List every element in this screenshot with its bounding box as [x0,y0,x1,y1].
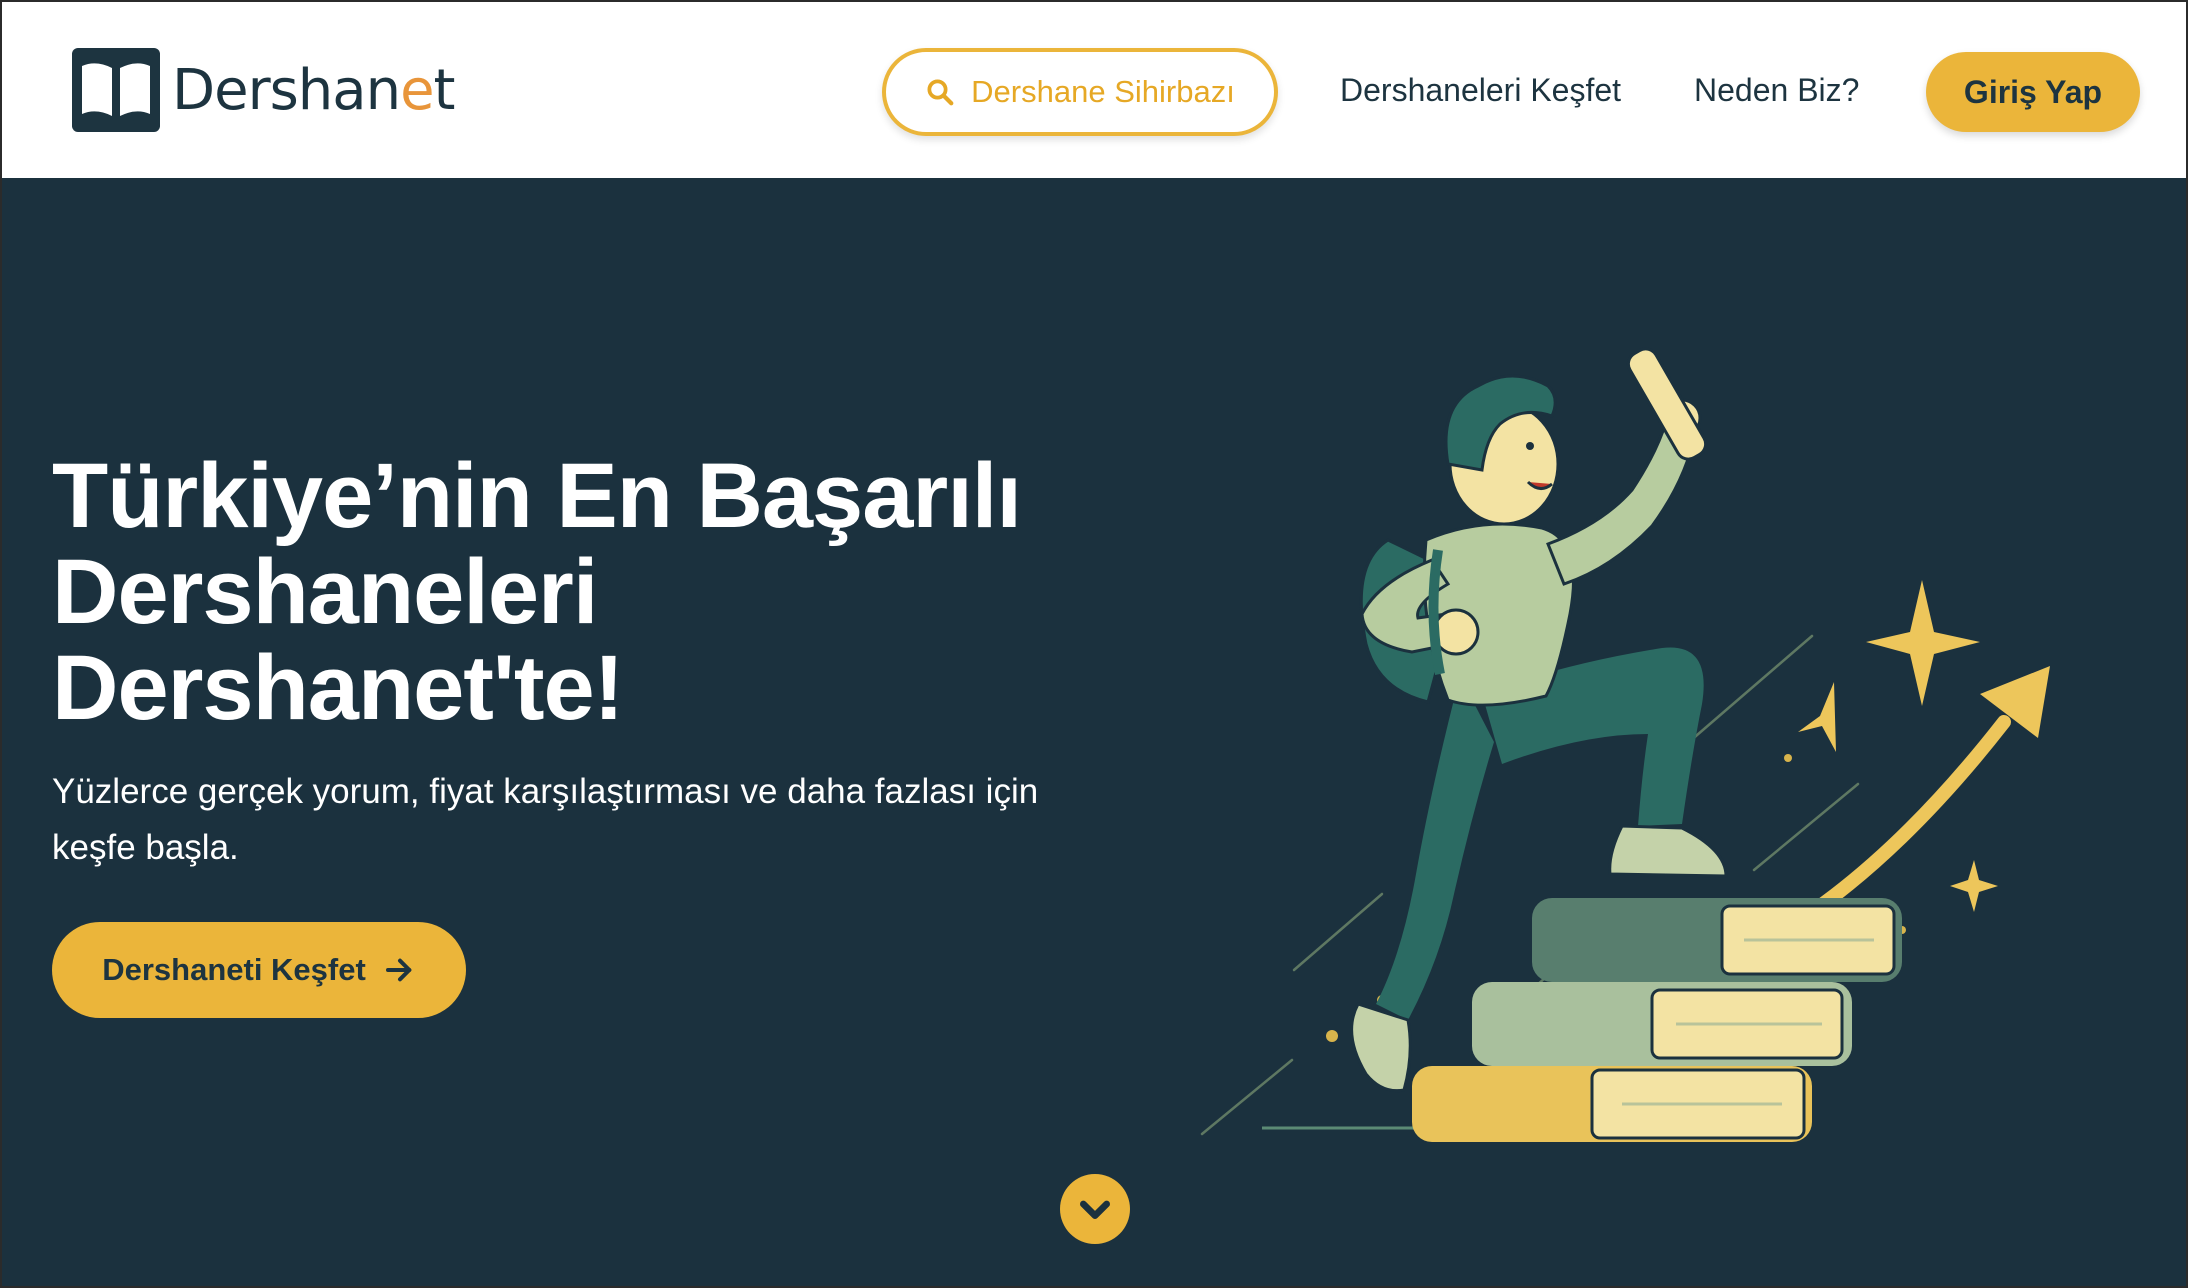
login-button[interactable]: Giriş Yap [1926,52,2140,132]
site-logo[interactable]: Dershanet [72,48,455,132]
nav-explore-classrooms[interactable]: Dershaneleri Keşfet [1340,72,1621,109]
hero-title-line-2: Dershaneleri [52,541,598,643]
open-book-logo-icon [72,48,160,132]
page-frame: Dershanet Dershane Sihirbazı Dershaneler… [0,0,2188,1288]
explore-classrooms-cta-button[interactable]: Dershaneti Keşfet [52,922,466,1018]
hero-title-line-1: Türkiye’nin En Başarılı [52,445,1022,547]
chevron-down-icon [1080,1200,1110,1219]
arrow-right-icon [385,958,412,982]
cta-label: Dershaneti Keşfet [102,952,366,987]
student-climbing-books-illustration [1200,347,2050,1142]
hero-subtitle: Yüzlerce gerçek yorum, fiyat karşılaştır… [52,772,1039,867]
hero-title-line-3: Dershanet'te! [52,637,624,739]
logo-wordmark: Dershanet [172,57,455,123]
classroom-wizard-button[interactable]: Dershane Sihirbazı [882,48,1278,136]
site-header: Dershanet Dershane Sihirbazı Dershaneler… [2,2,2186,178]
scroll-down-button[interactable] [1060,1174,1130,1244]
classroom-wizard-label: Dershane Sihirbazı [971,74,1235,109]
hero-section: Türkiye’nin En Başarılı Dershaneleri Der… [2,178,2186,1286]
search-icon [927,79,954,106]
hero-title: Türkiye’nin En Başarılı Dershaneleri Der… [52,448,1132,736]
nav-why-us[interactable]: Neden Biz? [1694,72,1859,109]
